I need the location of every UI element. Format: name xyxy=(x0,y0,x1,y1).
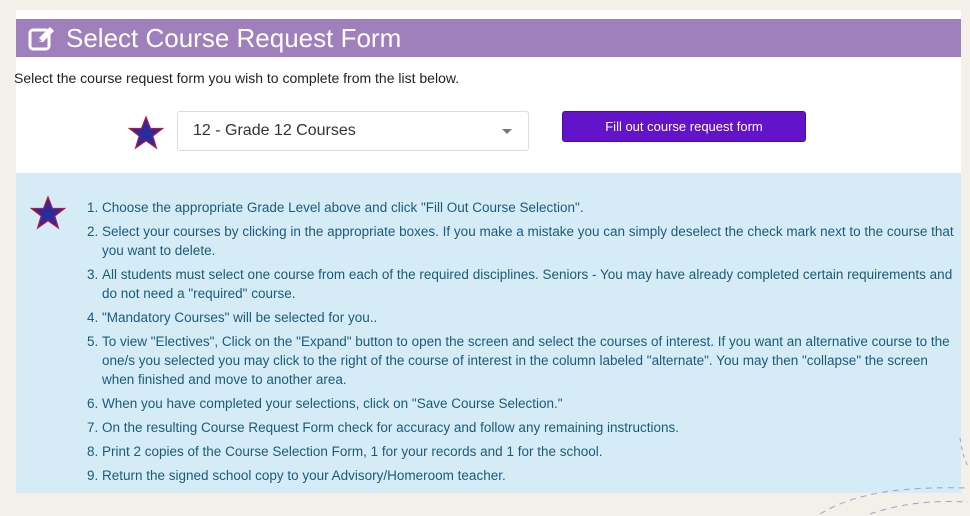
list-item: On the resulting Course Request Form che… xyxy=(102,418,957,437)
list-item: All students must select one course from… xyxy=(102,265,957,303)
list-item: "Mandatory Courses" will be selected for… xyxy=(102,308,957,327)
star-icon xyxy=(128,115,164,151)
list-item: When you have completed your selections,… xyxy=(102,394,957,413)
fill-out-form-button[interactable]: Fill out course request form xyxy=(562,111,806,142)
decorative-swirl xyxy=(819,437,969,515)
edit-icon xyxy=(28,23,58,53)
list-item: Select your courses by clicking in the a… xyxy=(102,222,957,260)
star-icon xyxy=(30,195,66,231)
grade-level-select-value: 12 - Grade 12 Courses xyxy=(193,122,356,139)
list-item: Choose the appropriate Grade Level above… xyxy=(102,198,957,217)
grade-level-select[interactable]: 12 - Grade 12 Courses xyxy=(177,111,529,151)
intro-text: Select the course request form you wish … xyxy=(14,70,460,86)
chevron-down-icon xyxy=(502,128,512,134)
page-title: Select Course Request Form xyxy=(66,22,402,53)
page-header: Select Course Request Form xyxy=(16,19,961,57)
list-item: To view "Electives", Click on the "Expan… xyxy=(102,332,957,389)
